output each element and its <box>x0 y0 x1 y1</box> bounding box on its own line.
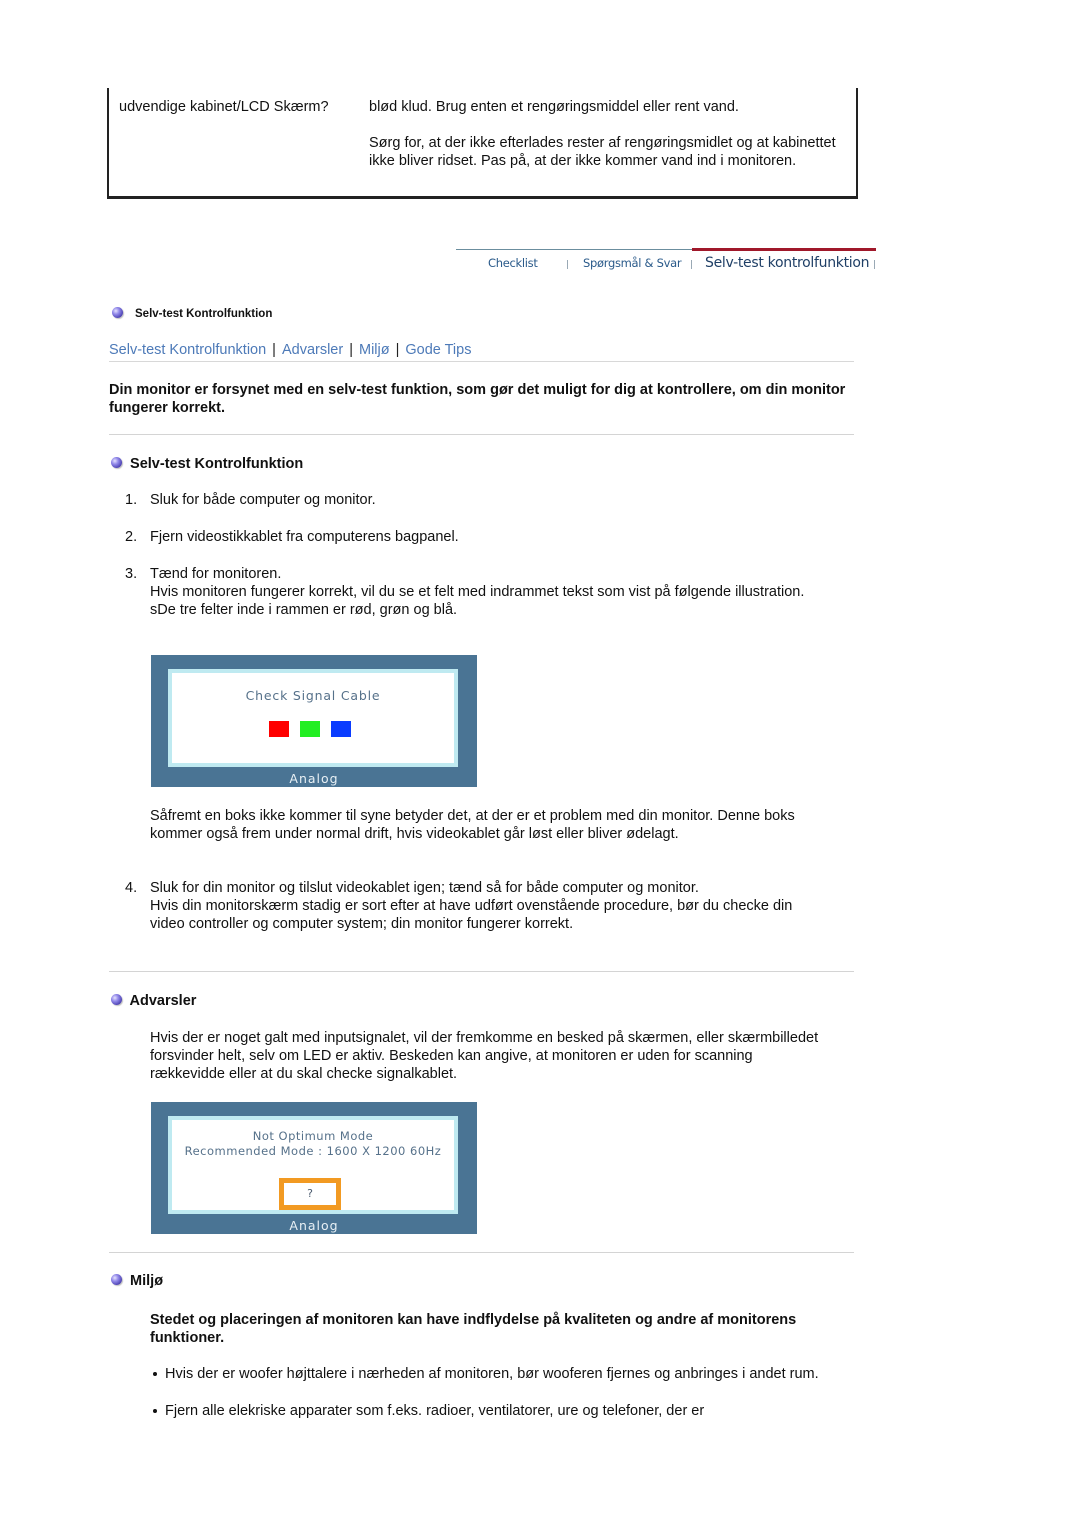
osd-recommended-mode: Recommended Mode : 1600 X 1200 60Hz <box>184 1144 442 1158</box>
osd-message: Check Signal Cable <box>245 688 381 703</box>
red-square <box>269 721 289 737</box>
warnings-text: Hvis der er noget galt med inputsignalet… <box>150 1030 819 1082</box>
environment-bullets: Hvis der er woofer højttalere i nærheden… <box>150 1365 820 1420</box>
osd-panel: Not Optimum Mode Recommended Mode : 1600… <box>168 1116 458 1214</box>
page-heading-text: Selv-test Kontrolfunktion <box>135 308 273 320</box>
bullet-dot-icon <box>153 1372 157 1376</box>
tab-bar-divider <box>456 249 692 250</box>
bullet-orb-icon <box>111 1274 122 1285</box>
link-environment[interactable]: Miljø <box>359 342 390 358</box>
environment-title: Miljø <box>111 1273 163 1289</box>
step-item: 1. Sluk for både computer og monitor. <box>109 491 829 509</box>
link-selftest[interactable]: Selv-test Kontrolfunktion <box>109 342 266 358</box>
environment-lead: Stedet og placeringen af monitoren kan h… <box>150 1312 797 1346</box>
environment-title-text: Miljø <box>130 1273 164 1289</box>
bullet-orb-icon <box>111 457 122 468</box>
faq-table-fragment: udvendige kabinet/LCD Skærm? blød klud. … <box>107 88 858 199</box>
osd-panel: Check Signal Cable <box>168 669 458 767</box>
active-tab-indicator <box>692 248 876 251</box>
osd-not-optimum-illustration: Not Optimum Mode Recommended Mode : 1600… <box>151 1102 477 1234</box>
step-detail: Hvis monitoren fungerer korrekt, vil du … <box>150 584 805 600</box>
step-item: 3. Tænd for monitoren. Hvis monitoren fu… <box>109 565 829 619</box>
step-detail: sDe tre felter inde i rammen er rød, grø… <box>150 602 458 618</box>
faq-question: udvendige kabinet/LCD Skærm? <box>119 99 329 115</box>
faq-answer-line: blød klud. Brug enten et rengøringsmidde… <box>369 99 739 115</box>
osd-message: Not Optimum Mode <box>252 1129 374 1143</box>
list-item-text: Hvis der er woofer højttalere i nærheden… <box>165 1366 819 1382</box>
osd-check-signal-illustration: Check Signal Cable Analog <box>151 655 477 787</box>
divider <box>109 434 854 435</box>
page-heading: Selv-test Kontrolfunktion <box>112 307 272 320</box>
divider <box>109 1252 854 1253</box>
osd-footer: Analog <box>289 1218 339 1233</box>
green-square <box>300 721 320 737</box>
section-links: Selv-test Kontrolfunktion | Advarsler | Milj… <box>109 342 854 362</box>
step-detail: Hvis din monitorskærm stadig er sort eft… <box>150 898 793 932</box>
step-text: Sluk for både computer og monitor. <box>150 492 376 508</box>
tab-separator <box>874 260 875 269</box>
selftest-title-text: Selv-test Kontrolfunktion <box>130 456 304 472</box>
tab-selftest[interactable]: Selv-test kontrolfunktion <box>705 255 870 271</box>
link-separator: | <box>349 342 353 358</box>
link-warnings[interactable]: Advarsler <box>282 342 343 358</box>
list-item: Hvis der er woofer højttalere i nærheden… <box>150 1365 820 1383</box>
bullet-orb-icon <box>111 994 122 1005</box>
step-number: 2. <box>125 529 138 545</box>
divider <box>109 971 854 972</box>
tab-separator <box>691 260 692 269</box>
step-text: Fjern videostikkablet fra computerens ba… <box>150 529 459 545</box>
after-image-text: Såfremt en boks ikke kommer til syne bet… <box>150 808 795 842</box>
list-item-text: Fjern alle elekriske apparater som f.eks… <box>165 1403 705 1419</box>
step-item: 2. Fjern videostikkablet fra computerens … <box>109 528 829 546</box>
step-number: 4. <box>125 880 138 896</box>
osd-footer: Analog <box>289 771 339 786</box>
step-text: Sluk for din monitor og tilslut videokab… <box>150 880 699 896</box>
tab-separator <box>567 260 568 269</box>
bullet-dot-icon <box>153 1409 157 1413</box>
step-number: 1. <box>125 492 138 508</box>
warnings-title-text: Advarsler <box>129 993 197 1009</box>
bullet-orb-icon <box>112 307 123 318</box>
link-separator: | <box>395 342 400 358</box>
faq-answer-line: Sørg for, at der ikke efterlades rester … <box>369 135 836 169</box>
step-number: 3. <box>125 566 138 582</box>
list-item: Fjern alle elekriske apparater som f.eks… <box>150 1402 820 1420</box>
intro-text: Din monitor er forsynet med en selv-test… <box>109 382 846 416</box>
link-tips[interactable]: Gode Tips <box>405 342 471 358</box>
faq-answer: blød klud. Brug enten et rengøringsmidde… <box>369 98 849 188</box>
step-text: Tænd for monitoren. <box>150 566 282 582</box>
selftest-title: Selv-test Kontrolfunktion <box>111 456 303 472</box>
tab-faq[interactable]: Spørgsmål & Svar <box>583 256 682 270</box>
tab-checklist[interactable]: Checklist <box>488 256 538 270</box>
selftest-steps: 1. Sluk for både computer og monitor. 2. F… <box>109 491 829 619</box>
nav-tab-bar: Checklist Spørgsmål & Svar Selv-test kon… <box>456 248 876 278</box>
link-separator: | <box>272 342 276 358</box>
selftest-step4: 4. Sluk for din monitor og tilslut video… <box>109 879 829 933</box>
step-item: 4. Sluk for din monitor og tilslut video… <box>109 879 829 933</box>
warnings-title: Advarsler <box>111 993 196 1009</box>
osd-help-button: ? <box>279 1178 341 1210</box>
blue-square <box>331 721 351 737</box>
